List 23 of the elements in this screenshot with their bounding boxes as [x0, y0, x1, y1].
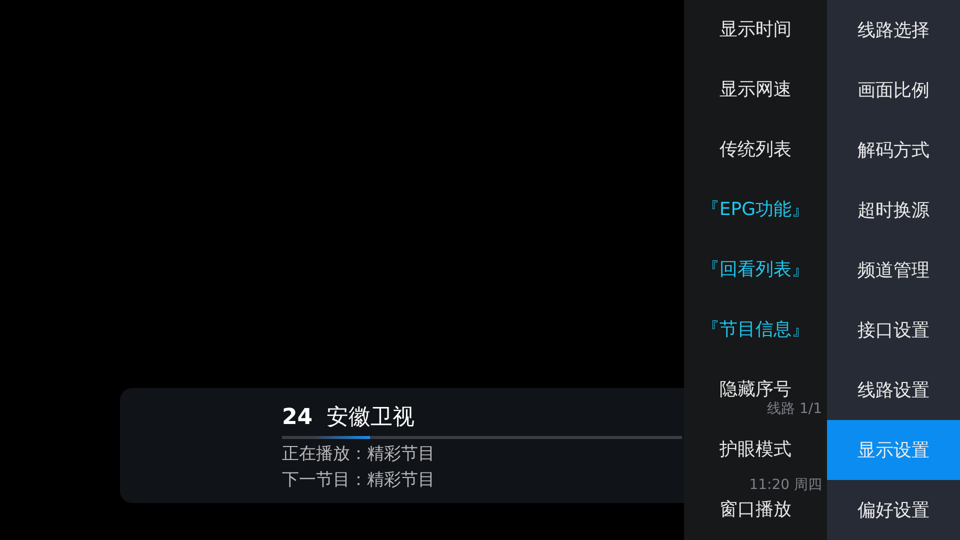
- menu-category[interactable]: 偏好设置: [827, 480, 960, 540]
- now-playing: 正在播放：精彩节目: [282, 443, 435, 466]
- menu-option[interactable]: 窗口播放: [720, 499, 792, 521]
- menu-category[interactable]: 频道管理: [827, 240, 960, 300]
- clock-label: 11:20 周四: [749, 477, 822, 493]
- menu-option[interactable]: 传统列表: [720, 139, 792, 161]
- channel-name: 安徽卫视: [326, 404, 415, 432]
- route-label: 线路 1/1: [767, 401, 822, 417]
- menu-category[interactable]: 画面比例: [827, 60, 960, 120]
- menu-category[interactable]: 接口设置: [827, 300, 960, 360]
- menu-category[interactable]: 线路选择: [827, 0, 960, 60]
- menu-option[interactable]: 隐藏序号: [720, 379, 792, 401]
- next-program: 下一节目：精彩节目: [282, 469, 435, 492]
- menu-category[interactable]: 线路设置: [827, 360, 960, 420]
- menu-option[interactable]: 『节目信息』: [702, 319, 810, 341]
- menu-option[interactable]: 『EPG功能』: [701, 199, 810, 221]
- menu-category[interactable]: 超时换源: [827, 180, 960, 240]
- menu-category[interactable]: 解码方式: [827, 120, 960, 180]
- menu-option[interactable]: 『回看列表』: [702, 259, 810, 281]
- menu-option[interactable]: 护眼模式: [720, 439, 792, 461]
- menu-option[interactable]: 显示网速: [720, 79, 792, 101]
- menu-option[interactable]: 显示时间: [720, 19, 792, 41]
- channel-number: 24: [282, 405, 313, 430]
